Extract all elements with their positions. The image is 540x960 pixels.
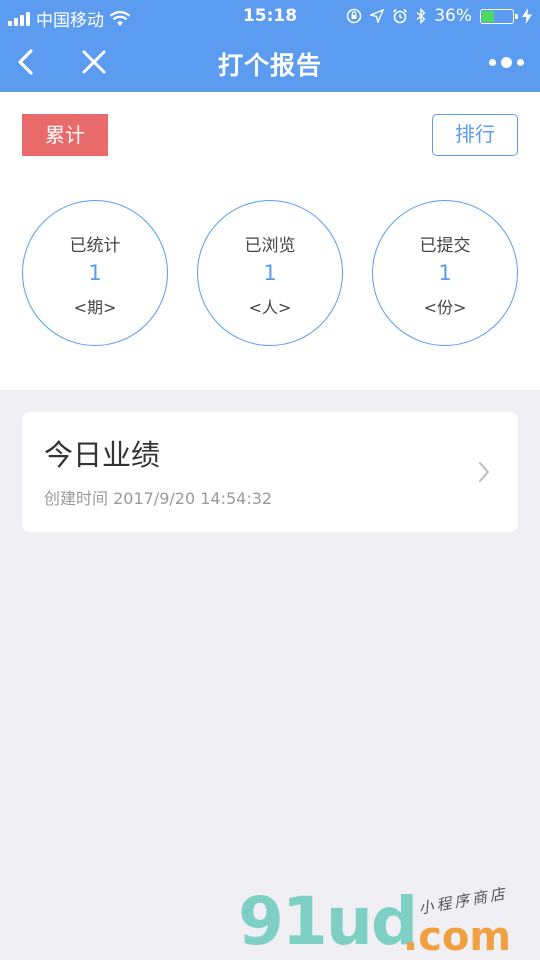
status-bar: 中国移动 15:18 36% [0, 0, 540, 32]
stat-unit: <份> [423, 298, 467, 317]
status-right: 36% [346, 6, 532, 26]
stat-label: 已统计 [69, 236, 121, 256]
summary-panel: 累计 排行 已统计 1 <期> 已浏览 1 <人> 已提交 1 <份> [0, 92, 540, 390]
cumulative-tag: 累计 [22, 114, 108, 156]
page-title: 打个报告 [217, 51, 322, 80]
stat-value: 1 [438, 261, 452, 285]
stat-circle-viewers: 已浏览 1 <人> [197, 200, 343, 346]
watermark-domain: .com [403, 914, 512, 960]
stat-label: 已提交 [419, 236, 471, 256]
report-title: 今日业绩 [44, 438, 161, 472]
navigation-bar: 打个报告 [0, 32, 540, 92]
battery-level [482, 10, 494, 22]
battery-icon [480, 8, 518, 24]
report-card[interactable]: 今日业绩 创建时间 2017/9/20 14:54:32 [22, 412, 518, 532]
stat-circle-issues: 已统计 1 <期> [22, 200, 168, 346]
report-created-time: 创建时间 2017/9/20 14:54:32 [44, 489, 273, 508]
stat-unit: <人> [248, 298, 292, 317]
stat-label: 已浏览 [244, 236, 296, 256]
orientation-lock-icon [346, 8, 362, 24]
watermark-brand: 91ud [238, 883, 418, 960]
more-dots-icon[interactable] [484, 50, 528, 74]
bluetooth-icon [416, 8, 426, 24]
stat-circle-submissions: 已提交 1 <份> [372, 200, 518, 346]
location-icon [370, 9, 385, 23]
alarm-icon [393, 8, 408, 24]
watermark-logo: 91ud .com 小程序商店 [238, 883, 538, 960]
charging-icon [522, 8, 532, 24]
stat-value: 1 [263, 261, 277, 285]
stat-unit: <期> [73, 298, 117, 317]
battery-percent: 36% [434, 6, 472, 26]
chevron-right-icon [479, 462, 489, 482]
ranking-button[interactable]: 排行 [432, 114, 518, 156]
stat-value: 1 [88, 261, 102, 285]
